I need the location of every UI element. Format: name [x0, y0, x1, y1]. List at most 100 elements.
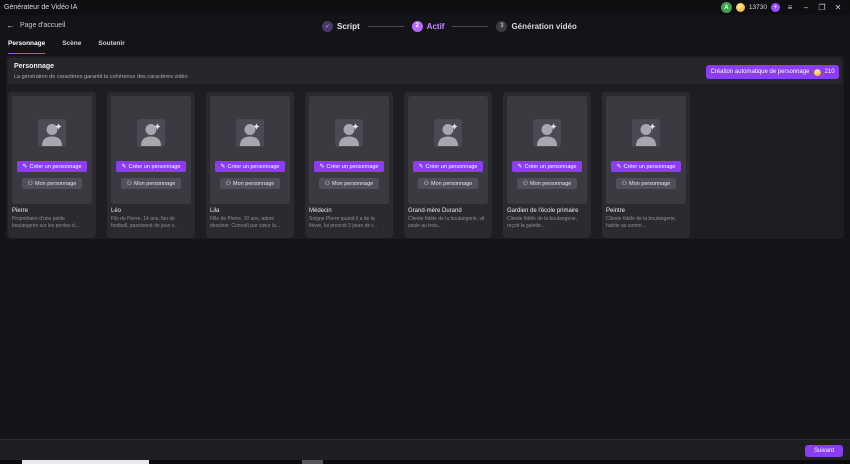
step-label: Script: [337, 21, 360, 31]
create-character-label: Créer un personnage: [326, 163, 379, 170]
step-actif[interactable]: 2 Actif: [411, 20, 445, 32]
user-icon: ⚇: [621, 180, 628, 187]
tab-soutenir[interactable]: Soutenir: [98, 40, 124, 54]
pencil-icon: ✎: [418, 163, 424, 170]
close-icon[interactable]: ✕: [832, 2, 844, 14]
character-name: Grand-mère Durand: [408, 208, 462, 214]
credits-count: 13730: [748, 4, 767, 11]
character-cards: ✎ Créer un personnage ⚇ Mon personnage P…: [8, 92, 690, 238]
character-placeholder: ✎ Créer un personnage ⚇ Mon personnage: [309, 96, 389, 204]
character-card[interactable]: ✎ Créer un personnage ⚇ Mon personnage G…: [503, 92, 591, 238]
next-button[interactable]: Suivant: [805, 445, 843, 457]
character-panel: Personnage La génération de caractères g…: [6, 56, 844, 239]
pencil-icon: ✎: [616, 163, 622, 170]
window-title: Générateur de Vidéo IA: [4, 4, 78, 11]
avatar[interactable]: A: [720, 2, 732, 13]
my-character-button[interactable]: ⚇ Mon personnage: [418, 178, 478, 189]
character-placeholder: ✎ Créer un personnage ⚇ Mon personnage: [111, 96, 191, 204]
character-description: Fils de Pierre, 14 ans, fan de football,…: [111, 216, 178, 229]
auto-create-cost: 210: [824, 69, 835, 75]
my-character-button[interactable]: ⚇ Mon personnage: [616, 178, 676, 189]
character-description: Propriétaire d'une petite boulangerie su…: [12, 216, 79, 229]
create-character-button[interactable]: ✎ Créer un personnage: [314, 161, 384, 172]
character-placeholder: ✎ Créer un personnage ⚇ Mon personnage: [12, 96, 92, 204]
user-icon: ⚇: [522, 180, 529, 187]
restore-icon[interactable]: ❐: [816, 2, 828, 14]
tab-personnage[interactable]: Personnage: [8, 40, 46, 54]
user-silhouette-icon: [38, 119, 66, 147]
character-card[interactable]: ✎ Créer un personnage ⚇ Mon personnage P…: [602, 92, 690, 238]
user-icon: ⚇: [324, 180, 331, 187]
title-bar-controls: A 13730 + ≡ – ❐ ✕: [720, 1, 844, 14]
panel-title: Personnage: [14, 63, 55, 70]
create-character-button[interactable]: ✎ Créer un personnage: [116, 161, 186, 172]
my-character-label: Mon personnage: [134, 180, 176, 187]
step-generation[interactable]: 3 Génération vidéo: [496, 20, 577, 32]
my-character-label: Mon personnage: [629, 180, 671, 187]
create-character-label: Créer un personnage: [128, 163, 181, 170]
character-name: Léo: [111, 208, 122, 214]
my-character-button[interactable]: ⚇ Mon personnage: [22, 178, 82, 189]
create-character-button[interactable]: ✎ Créer un personnage: [17, 161, 87, 172]
taskbar: [0, 460, 850, 464]
add-credits-button[interactable]: +: [771, 3, 780, 12]
step-script[interactable]: ✓ Script: [322, 20, 360, 32]
step-number: 3: [496, 20, 508, 32]
step-number: 2: [411, 20, 423, 32]
create-character-button[interactable]: ✎ Créer un personnage: [215, 161, 285, 172]
taskbar-item[interactable]: [302, 460, 323, 464]
my-character-button[interactable]: ⚇ Mon personnage: [220, 178, 280, 189]
my-character-label: Mon personnage: [431, 180, 473, 187]
my-character-label: Mon personnage: [233, 180, 275, 187]
my-character-label: Mon personnage: [530, 180, 572, 187]
create-character-button[interactable]: ✎ Créer un personnage: [413, 161, 483, 172]
character-placeholder: ✎ Créer un personnage ⚇ Mon personnage: [606, 96, 686, 204]
character-description: Cliente fidèle de la boulangerie, habite…: [606, 216, 677, 229]
user-silhouette-icon: [533, 119, 561, 147]
header: ← Page d'accueil ✓ Script 2 Actif 3 Géné…: [0, 15, 850, 37]
pencil-icon: ✎: [22, 163, 28, 170]
my-character-button[interactable]: ⚇ Mon personnage: [517, 178, 577, 189]
user-silhouette-icon: [236, 119, 264, 147]
menu-icon[interactable]: ≡: [784, 2, 796, 14]
character-placeholder: ✎ Créer un personnage ⚇ Mon personnage: [507, 96, 587, 204]
panel-subtitle: La génération de caractères garantit la …: [14, 74, 188, 80]
check-icon: ✓: [322, 20, 333, 32]
create-character-label: Créer un personnage: [425, 163, 478, 170]
create-character-button[interactable]: ✎ Créer un personnage: [611, 161, 681, 172]
coin-icon: [735, 3, 745, 12]
character-description: Fille de Pierre, 10 ans, adore dessiner.…: [210, 216, 281, 229]
character-placeholder: ✎ Créer un personnage ⚇ Mon personnage: [408, 96, 488, 204]
create-character-label: Créer un personnage: [29, 163, 82, 170]
auto-create-character-button[interactable]: Création automatique de personnage 210: [706, 65, 839, 79]
step-divider: [452, 25, 489, 27]
create-character-label: Créer un personnage: [227, 163, 280, 170]
tab-scene[interactable]: Scène: [62, 40, 81, 54]
pencil-icon: ✎: [220, 163, 226, 170]
panel-header: Personnage La génération de caractères g…: [8, 58, 842, 84]
character-name: Lila: [210, 208, 220, 214]
my-character-label: Mon personnage: [332, 180, 374, 187]
my-character-button[interactable]: ⚇ Mon personnage: [121, 178, 181, 189]
my-character-button[interactable]: ⚇ Mon personnage: [319, 178, 379, 189]
title-bar: Générateur de Vidéo IA A 13730 + ≡ – ❐ ✕: [0, 0, 850, 15]
arrow-left-icon: ←: [6, 20, 15, 30]
character-description: Cliente fidèle de la boulangerie, vit se…: [408, 216, 485, 229]
character-card[interactable]: ✎ Créer un personnage ⚇ Mon personnage L…: [206, 92, 294, 238]
step-label: Actif: [426, 21, 445, 31]
character-name: Médecin: [309, 208, 332, 214]
user-icon: ⚇: [126, 180, 133, 187]
character-card[interactable]: ✎ Créer un personnage ⚇ Mon personnage L…: [107, 92, 195, 238]
minimize-icon[interactable]: –: [800, 2, 812, 14]
pencil-icon: ✎: [517, 163, 523, 170]
coin-icon: [813, 68, 821, 76]
character-card[interactable]: ✎ Créer un personnage ⚇ Mon personnage G…: [404, 92, 492, 238]
character-card[interactable]: ✎ Créer un personnage ⚇ Mon personnage M…: [305, 92, 393, 238]
pencil-icon: ✎: [121, 163, 127, 170]
character-name: Gardien de l'école primaire: [507, 208, 579, 214]
character-card[interactable]: ✎ Créer un personnage ⚇ Mon personnage P…: [8, 92, 96, 238]
stepper: ✓ Script 2 Actif 3 Génération vidéo: [322, 19, 577, 33]
taskbar-item[interactable]: [22, 460, 149, 464]
back-to-home-link[interactable]: ← Page d'accueil: [6, 20, 65, 30]
create-character-button[interactable]: ✎ Créer un personnage: [512, 161, 582, 172]
